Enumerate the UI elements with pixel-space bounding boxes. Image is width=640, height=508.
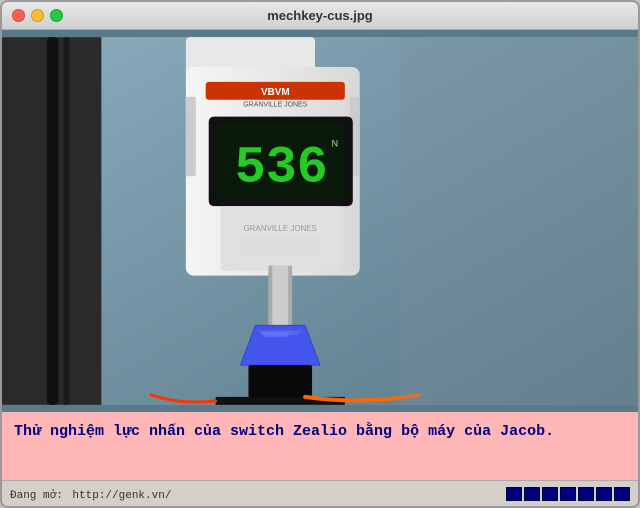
svg-text:GRANVILLE JONES: GRANVILLE JONES: [243, 102, 307, 109]
svg-text:VBVM: VBVM: [261, 87, 290, 98]
minimize-button[interactable]: [31, 9, 44, 22]
progress-seg-4: [560, 487, 576, 501]
progress-seg-3: [542, 487, 558, 501]
status-bar: Đang mở: http://genk.vn/: [2, 480, 638, 506]
svg-text:GRANVILLE JONES: GRANVILLE JONES: [244, 224, 317, 233]
progress-seg-7: [614, 487, 630, 501]
photo-svg: VBVM GRANVILLE JONES 536 N GRANVILLE JON…: [2, 30, 638, 412]
status-url: Đang mở: http://genk.vn/: [10, 485, 171, 503]
svg-text:536: 536: [235, 138, 328, 197]
progress-seg-6: [596, 487, 612, 501]
traffic-lights: [12, 9, 63, 22]
caption-text: Thử nghiệm lực nhấn của switch Zealio bằ…: [14, 420, 626, 444]
svg-text:N: N: [332, 138, 338, 148]
progress-bar: [506, 487, 630, 501]
caption-area: Thử nghiệm lực nhấn của switch Zealio bằ…: [2, 412, 638, 480]
image-display: VBVM GRANVILLE JONES 536 N GRANVILLE JON…: [2, 30, 638, 412]
progress-seg-5: [578, 487, 594, 501]
window-title: mechkey-cus.jpg: [267, 8, 373, 23]
maximize-button[interactable]: [50, 9, 63, 22]
close-button[interactable]: [12, 9, 25, 22]
progress-seg-1: [506, 487, 522, 501]
progress-seg-2: [524, 487, 540, 501]
status-url-value: http://genk.vn/: [72, 490, 171, 502]
title-bar: mechkey-cus.jpg: [2, 2, 638, 30]
status-label: Đang mở:: [10, 490, 63, 502]
app-window: mechkey-cus.jpg: [0, 0, 640, 508]
